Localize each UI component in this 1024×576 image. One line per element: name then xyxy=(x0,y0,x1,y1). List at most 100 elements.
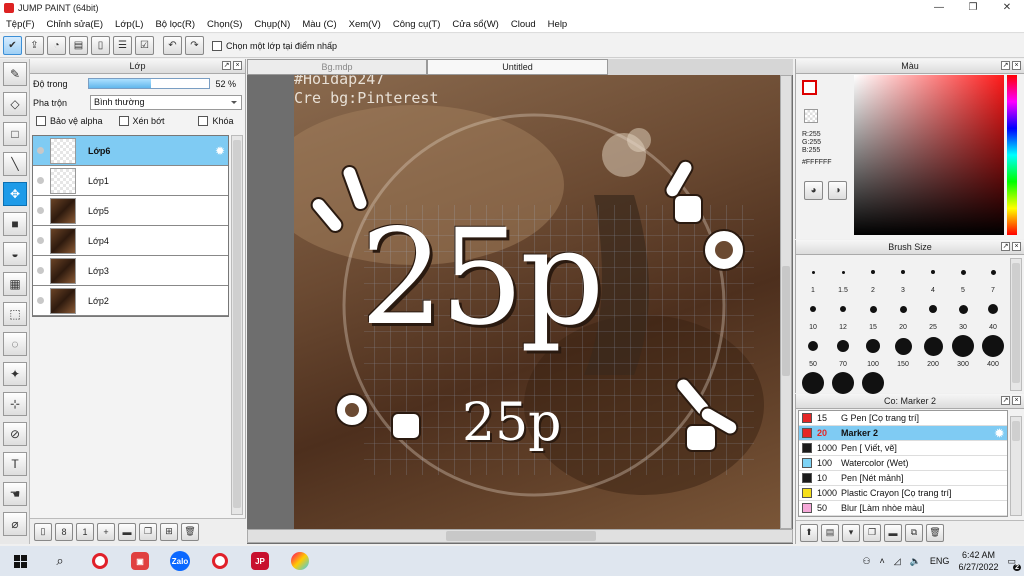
menu-window[interactable]: Cửa sổ(W) xyxy=(446,19,504,30)
lock-checkbox[interactable] xyxy=(198,116,209,126)
search-icon[interactable]: ⌕ xyxy=(40,546,80,576)
cloud-sync-icon[interactable]: ✔ xyxy=(3,36,22,55)
brush-size-cell[interactable]: 50 xyxy=(798,332,828,369)
menu-color[interactable]: Màu (C) xyxy=(296,19,342,30)
brush-size-cell[interactable]: 400 xyxy=(978,332,1008,369)
canvas-vertical-scrollbar[interactable] xyxy=(780,75,792,529)
blend-mode-select[interactable]: Bình thường xyxy=(90,95,243,110)
undock-icon[interactable]: ↗ xyxy=(1001,61,1010,70)
protect-alpha-checkbox[interactable] xyxy=(36,116,46,126)
gear-icon[interactable]: ✹ xyxy=(995,427,1004,440)
brush-size-cell[interactable]: 1.5 xyxy=(828,258,858,295)
undock-icon[interactable]: ↗ xyxy=(1001,242,1010,251)
rectangle-tool-icon[interactable]: □ xyxy=(3,122,27,146)
undock-icon[interactable]: ↗ xyxy=(222,61,231,70)
brush-duplicate-icon[interactable]: ⧉ xyxy=(905,523,923,542)
panel-close-icon[interactable]: × xyxy=(1012,396,1021,405)
menu-tools[interactable]: Công cụ(T) xyxy=(387,19,447,30)
saturation-value-picker[interactable] xyxy=(854,75,1004,235)
brush-settings-icon[interactable]: ▤ xyxy=(821,523,839,542)
brush-size-cell[interactable]: 300 xyxy=(948,332,978,369)
menu-file[interactable]: Tệp(F) xyxy=(0,19,41,30)
people-icon[interactable]: ⚇ xyxy=(862,556,870,567)
brush-size-cell[interactable]: 20 xyxy=(888,295,918,332)
volume-icon[interactable]: 🔈 xyxy=(910,556,921,567)
windows-start-icon[interactable] xyxy=(0,546,40,576)
layer-row[interactable]: Lớp5 xyxy=(33,196,228,226)
network-icon[interactable]: ◿ xyxy=(894,556,901,567)
brush-size-cell[interactable]: 200 xyxy=(918,332,948,369)
document-icon[interactable]: ▯ xyxy=(91,36,110,55)
brush-list-item[interactable]: 50 Blur [Làm nhòe màu] xyxy=(799,501,1007,516)
hand-tool-icon[interactable]: ☚ xyxy=(3,482,27,506)
menu-edit[interactable]: Chỉnh sửa(E) xyxy=(41,19,110,30)
menu-select[interactable]: Chọn(S) xyxy=(201,19,248,30)
new-8bit-layer-icon[interactable]: 8 xyxy=(55,522,73,541)
brush-size-cell[interactable]: 7 xyxy=(978,258,1008,295)
add-layer-menu-icon[interactable]: + xyxy=(97,522,115,541)
brush-size-cell[interactable]: 30 xyxy=(948,295,978,332)
visibility-icon[interactable] xyxy=(37,147,44,154)
visibility-icon[interactable] xyxy=(37,207,44,214)
brush-size-cell[interactable]: 10 xyxy=(798,295,828,332)
brush-size-cell[interactable]: 100 xyxy=(858,332,888,369)
zalo-icon[interactable]: Zalo xyxy=(160,546,200,576)
brush-scrollbar[interactable] xyxy=(1010,258,1022,391)
layer-row[interactable]: Lớp3 xyxy=(33,256,228,286)
brush-size-cell[interactable]: 15 xyxy=(858,295,888,332)
brush-list-item[interactable]: 1000 Plastic Crayon [Cọ trang trí] xyxy=(799,486,1007,501)
pen-tool-icon[interactable]: ✎ xyxy=(3,62,27,86)
palette-icon[interactable]: ◕ xyxy=(804,181,823,200)
magic-wand-icon[interactable]: ✦ xyxy=(3,362,27,386)
opera-browser-icon[interactable] xyxy=(200,546,240,576)
brush-list-item[interactable]: 15 G Pen [Cọ trang trí] xyxy=(799,411,1007,426)
brush-list-item[interactable]: 20 Marker 2 ✹ xyxy=(799,426,1007,441)
gear-icon[interactable]: ✹ xyxy=(215,144,225,158)
merge-layer-icon[interactable]: ⊞ xyxy=(160,522,178,541)
opacity-slider[interactable] xyxy=(87,78,210,89)
folder-icon[interactable]: ▬ xyxy=(118,522,136,541)
pick-layer-option[interactable]: Chọn một lớp tại điểm nhấp xyxy=(212,40,337,51)
app-grid-icon[interactable]: ▣ xyxy=(120,546,160,576)
menu-capture[interactable]: Chụp(N) xyxy=(248,19,296,30)
bucket-tool-icon[interactable]: ◒ xyxy=(3,242,27,266)
clock[interactable]: 6:42 AM 6/27/2022 xyxy=(958,549,998,573)
menu-filter[interactable]: Bộ lọc(R) xyxy=(149,19,201,30)
tab-untitled[interactable]: Untitled xyxy=(427,59,608,75)
brush-size-cell[interactable]: 1 xyxy=(798,258,828,295)
fill-rect-tool-icon[interactable]: ■ xyxy=(3,212,27,236)
brush-size-cell[interactable]: 25 xyxy=(918,295,948,332)
add-brush-icon[interactable]: ⬆ xyxy=(800,523,818,542)
hue-slider[interactable] xyxy=(1007,75,1017,235)
text-tool-icon[interactable]: T xyxy=(3,452,27,476)
undock-icon[interactable]: ↗ xyxy=(1001,396,1010,405)
brush-size-cell[interactable]: 70 xyxy=(828,332,858,369)
foreground-color-swatch[interactable] xyxy=(802,80,817,95)
undo-icon[interactable]: ↶ xyxy=(163,36,182,55)
brush-size-cell[interactable]: 150 xyxy=(888,332,918,369)
opera-icon[interactable] xyxy=(80,546,120,576)
eyedropper-icon[interactable]: ⌀ xyxy=(3,512,27,536)
palette-settings-icon[interactable]: ◑ xyxy=(828,181,847,200)
visibility-icon[interactable] xyxy=(37,177,44,184)
layer-row[interactable]: Lớp6 ✹ xyxy=(33,136,228,166)
brush-size-cell[interactable]: 5 xyxy=(948,258,978,295)
move-tool-icon[interactable]: ✥ xyxy=(3,182,27,206)
select-pen-icon[interactable]: ⊹ xyxy=(3,392,27,416)
select-eraser-icon[interactable]: ⊘ xyxy=(3,422,27,446)
restore-button[interactable]: ❐ xyxy=(956,0,990,16)
gradient-tool-icon[interactable]: ▦ xyxy=(3,272,27,296)
brush-folder-icon[interactable]: ▬ xyxy=(884,523,902,542)
tray-chevron-icon[interactable]: ˄ xyxy=(880,556,885,566)
brush-list-item[interactable]: 1000 Pen [ Viết, vẽ] xyxy=(799,441,1007,456)
transparent-swatch[interactable] xyxy=(804,109,818,123)
drawing-canvas[interactable]: #Hoidap247 Cre bg:Pinterest 25p 25p xyxy=(294,75,780,529)
brush-size-cell[interactable]: 3 xyxy=(888,258,918,295)
tab-bg-mdp[interactable]: Bg.mdp xyxy=(247,59,427,75)
new-1bit-layer-icon[interactable]: 1 xyxy=(76,522,94,541)
notification-icon[interactable]: ▭ 2 xyxy=(1007,556,1021,571)
duplicate-layer-icon[interactable]: ❐ xyxy=(139,522,157,541)
panel-close-icon[interactable]: × xyxy=(1012,61,1021,70)
brush-delete-icon[interactable]: 🗑 xyxy=(926,523,944,542)
photo-app-icon[interactable] xyxy=(280,546,320,576)
